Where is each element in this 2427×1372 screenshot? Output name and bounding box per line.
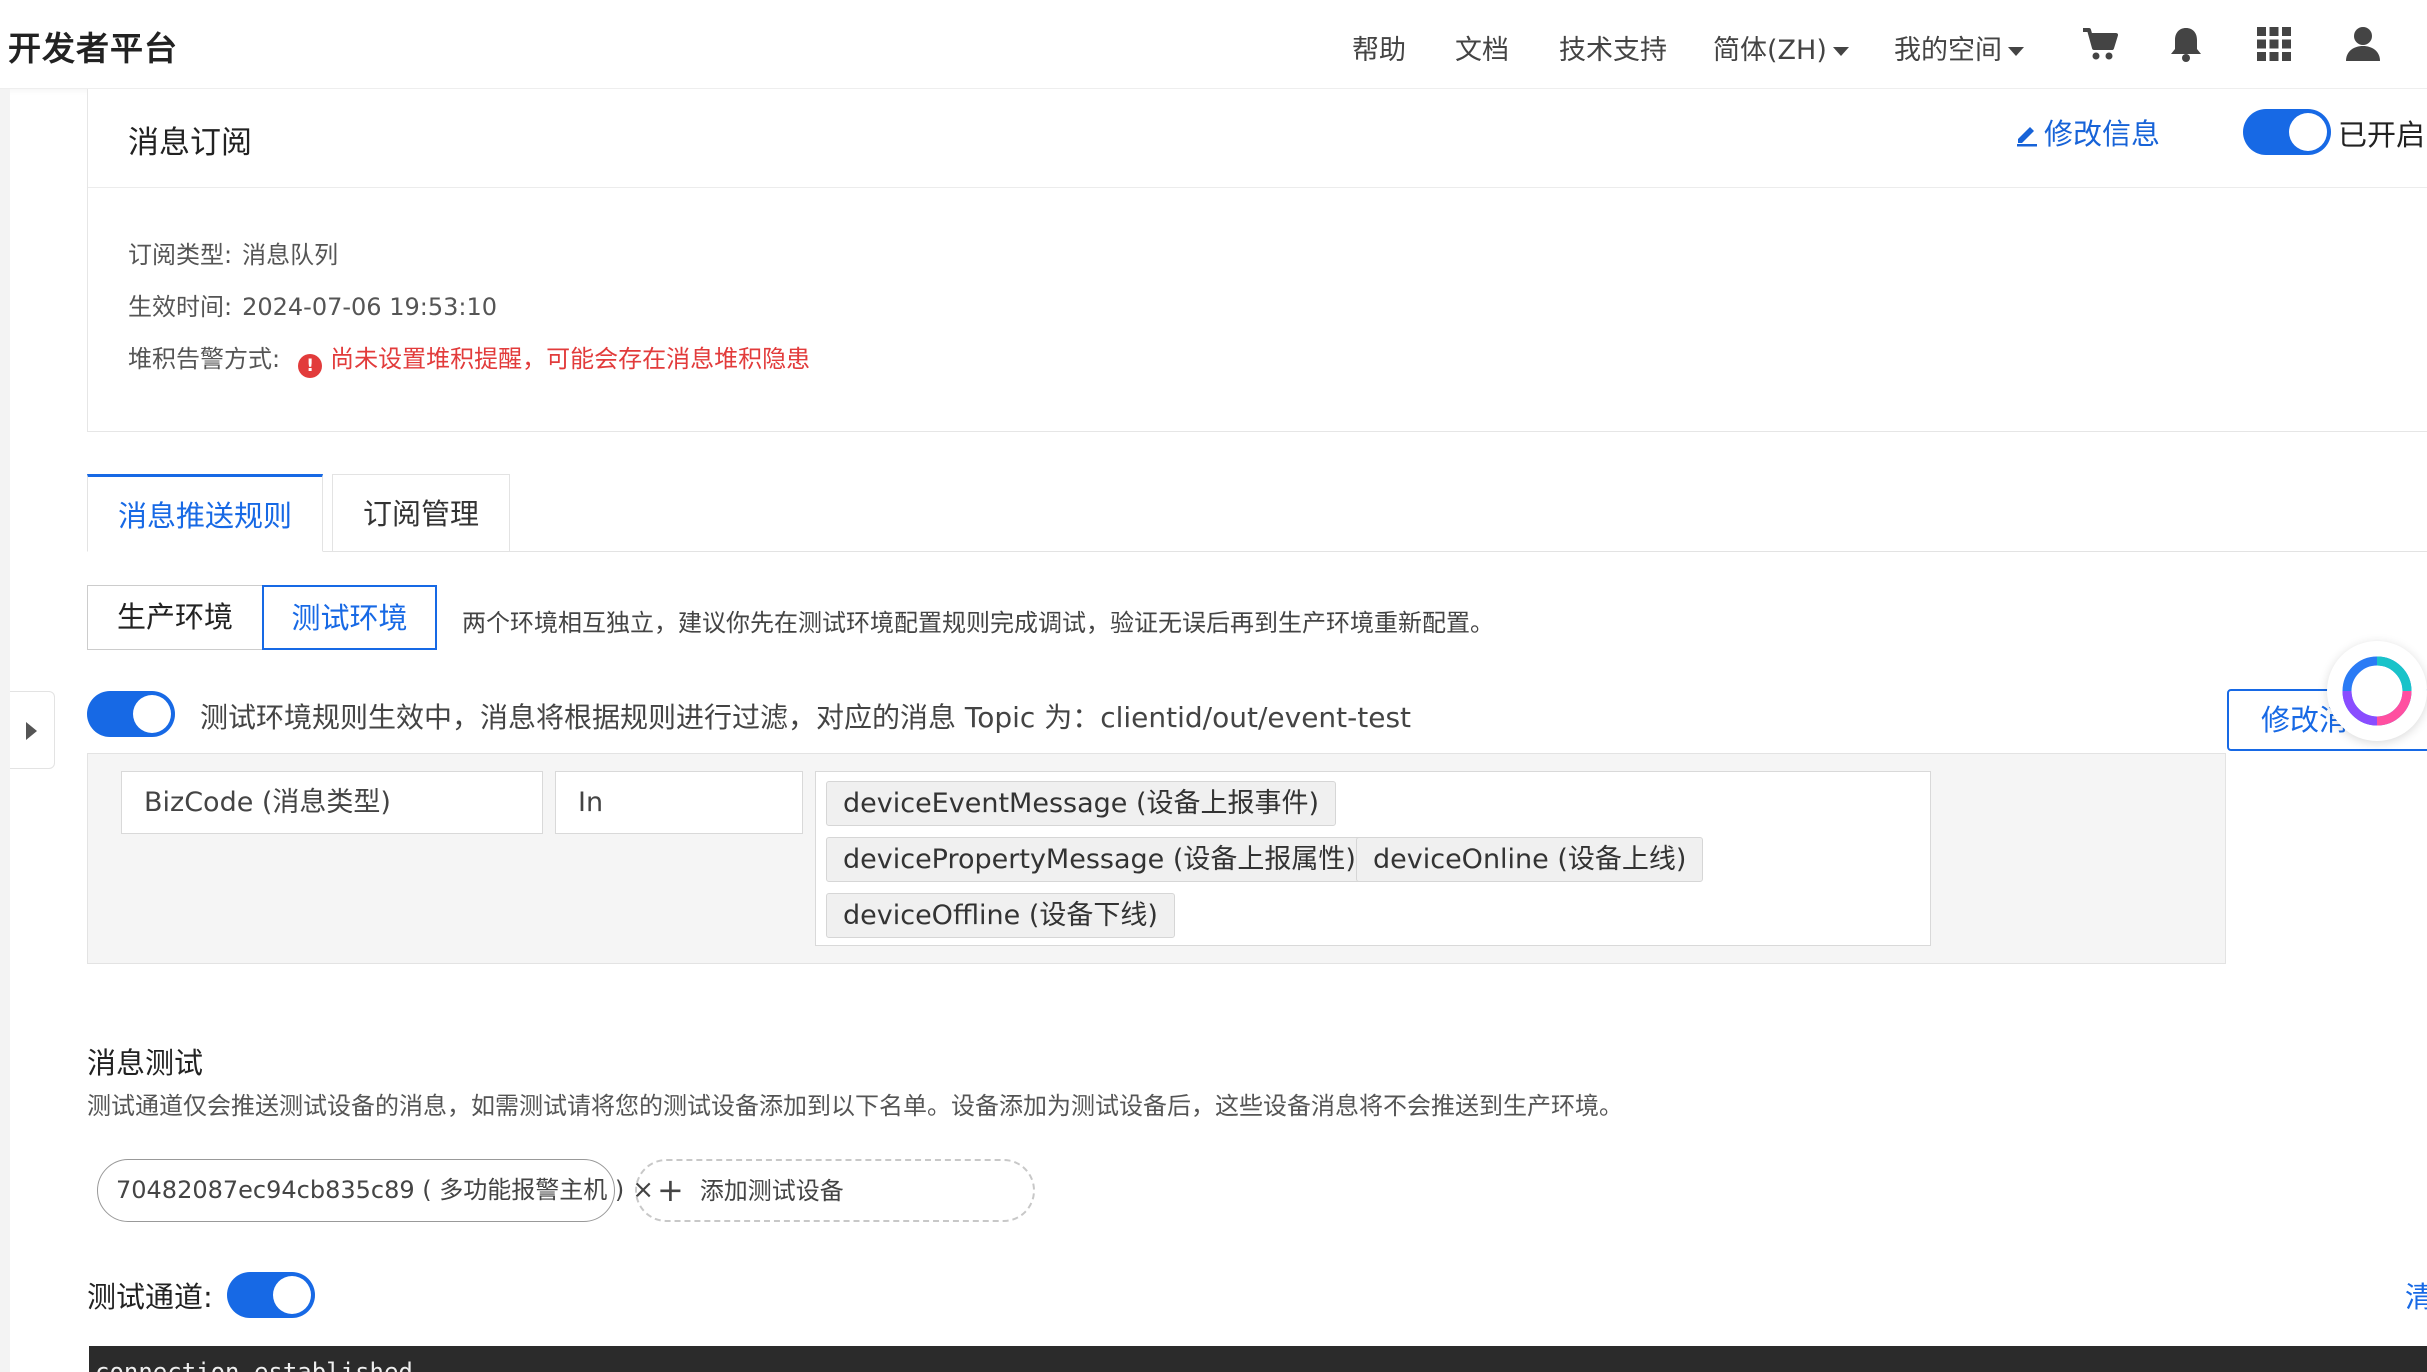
rule-description: 测试环境规则生效中，消息将根据规则进行过滤，对应的消息 Topic 为：clie… [200, 701, 1412, 734]
test-device-tag: 70482087ec94cb835c89 ( 多功能报警主机 ) × [97, 1159, 654, 1222]
edit-info-label: 修改信息 [2044, 117, 2161, 151]
status-label: 已开启 [2338, 118, 2426, 152]
type-value: 消息队列 [242, 241, 339, 269]
test-channel-toggle[interactable] [227, 1272, 315, 1318]
language-dropdown[interactable]: 简体(ZH) [1713, 28, 1849, 67]
assistant-float-button[interactable] [2327, 641, 2427, 741]
workspace-dropdown[interactable]: 我的空间 [1894, 28, 2024, 67]
rule-toggle[interactable] [87, 691, 175, 737]
bell-icon[interactable] [2166, 24, 2206, 64]
card-title: 消息订阅 [128, 125, 252, 161]
edit-info-link[interactable]: 修改信息 [2014, 111, 2160, 153]
value-chip: deviceOffline (设备下线) [826, 893, 1175, 938]
toggle-knob [133, 695, 171, 733]
value-chip: deviceOnline (设备上线) [1356, 837, 1704, 882]
subscription-type-row: 订阅类型: 消息队列 [128, 235, 338, 270]
apps-grid-icon[interactable] [2254, 24, 2294, 64]
toggle-knob [2289, 113, 2327, 151]
tab-subscription-management[interactable]: 订阅管理 [332, 474, 510, 552]
message-test-title: 消息测试 [87, 1046, 204, 1080]
nav-docs[interactable]: 文档 [1455, 28, 1509, 67]
tab-push-rules[interactable]: 消息推送规则 [87, 474, 323, 552]
nav-support[interactable]: 技术支持 [1559, 28, 1667, 67]
effective-time-row: 生效时间: 2024-07-06 19:53:10 [128, 287, 497, 322]
top-bar: 开发者平台 帮助 文档 技术支持 简体(ZH) 我的空间 [0, 0, 2427, 89]
test-channel-label: 测试通道: [87, 1280, 213, 1314]
cart-icon[interactable] [2080, 24, 2120, 64]
message-test-description: 测试通道仅会推送测试设备的消息，如需测试请将您的测试设备添加到以下名单。设备添加… [87, 1092, 1623, 1120]
env-test-button[interactable]: 测试环境 [262, 585, 437, 650]
toggle-knob [273, 1276, 311, 1314]
chevron-down-icon [1832, 47, 1849, 56]
value-chip: devicePropertyMessage (设备上报属性) [826, 837, 1373, 882]
device-tag-label: 70482087ec94cb835c89 ( 多功能报警主机 ) [116, 1176, 625, 1204]
subscription-card: 消息订阅 修改信息 已开启 订阅类型: 消息队列 生效时间: 2024-07-06 … [87, 89, 2427, 432]
language-label: 简体(ZH) [1713, 35, 1827, 66]
alert-text: 尚未设置堆积提醒，可能会存在消息堆积隐患 [330, 345, 811, 373]
field-select[interactable]: BizCode (消息类型) [121, 771, 543, 834]
plus-icon: + [657, 1171, 684, 1209]
time-value: 2024-07-06 19:53:10 [242, 293, 497, 321]
caret-right-icon [26, 722, 37, 740]
sidebar-expand-button[interactable] [10, 691, 55, 769]
alert-warning: ! 尚未设置堆积提醒，可能会存在消息堆积隐患 [298, 345, 811, 378]
subscription-toggle[interactable] [2243, 109, 2331, 155]
env-production-button[interactable]: 生产环境 [87, 585, 263, 650]
nav-help[interactable]: 帮助 [1352, 28, 1406, 67]
env-tip: 两个环境相互独立，建议你先在测试环境配置规则完成调试，验证无误后再到生产环境重新… [462, 609, 1494, 637]
card-header: 消息订阅 修改信息 已开启 [88, 89, 2427, 188]
type-label: 订阅类型: [128, 241, 233, 269]
left-gutter [0, 89, 10, 1372]
chevron-down-icon [2008, 47, 2024, 56]
error-icon: ! [298, 354, 323, 378]
value-chip: deviceEventMessage (设备上报事件) [826, 781, 1337, 826]
clear-link[interactable]: 清 [2405, 1274, 2427, 1316]
workspace-label: 我的空间 [1894, 35, 2002, 66]
message-console: connection established [89, 1346, 2427, 1372]
time-label: 生效时间: [128, 293, 233, 321]
pencil-icon [2017, 127, 2037, 147]
brand-title: 开发者平台 [8, 29, 178, 68]
backlog-alert-row: 堆积告警方式:! 尚未设置堆积提醒，可能会存在消息堆积隐患 [128, 339, 810, 378]
assistant-logo-icon [2342, 656, 2412, 726]
user-icon[interactable] [2343, 24, 2383, 64]
add-device-label: 添加测试设备 [699, 1177, 844, 1205]
alert-label: 堆积告警方式: [128, 345, 281, 373]
console-line: connection established [95, 1358, 413, 1372]
add-test-device-button[interactable]: + 添加测试设备 [635, 1159, 1035, 1222]
operator-select[interactable]: In [555, 771, 803, 834]
